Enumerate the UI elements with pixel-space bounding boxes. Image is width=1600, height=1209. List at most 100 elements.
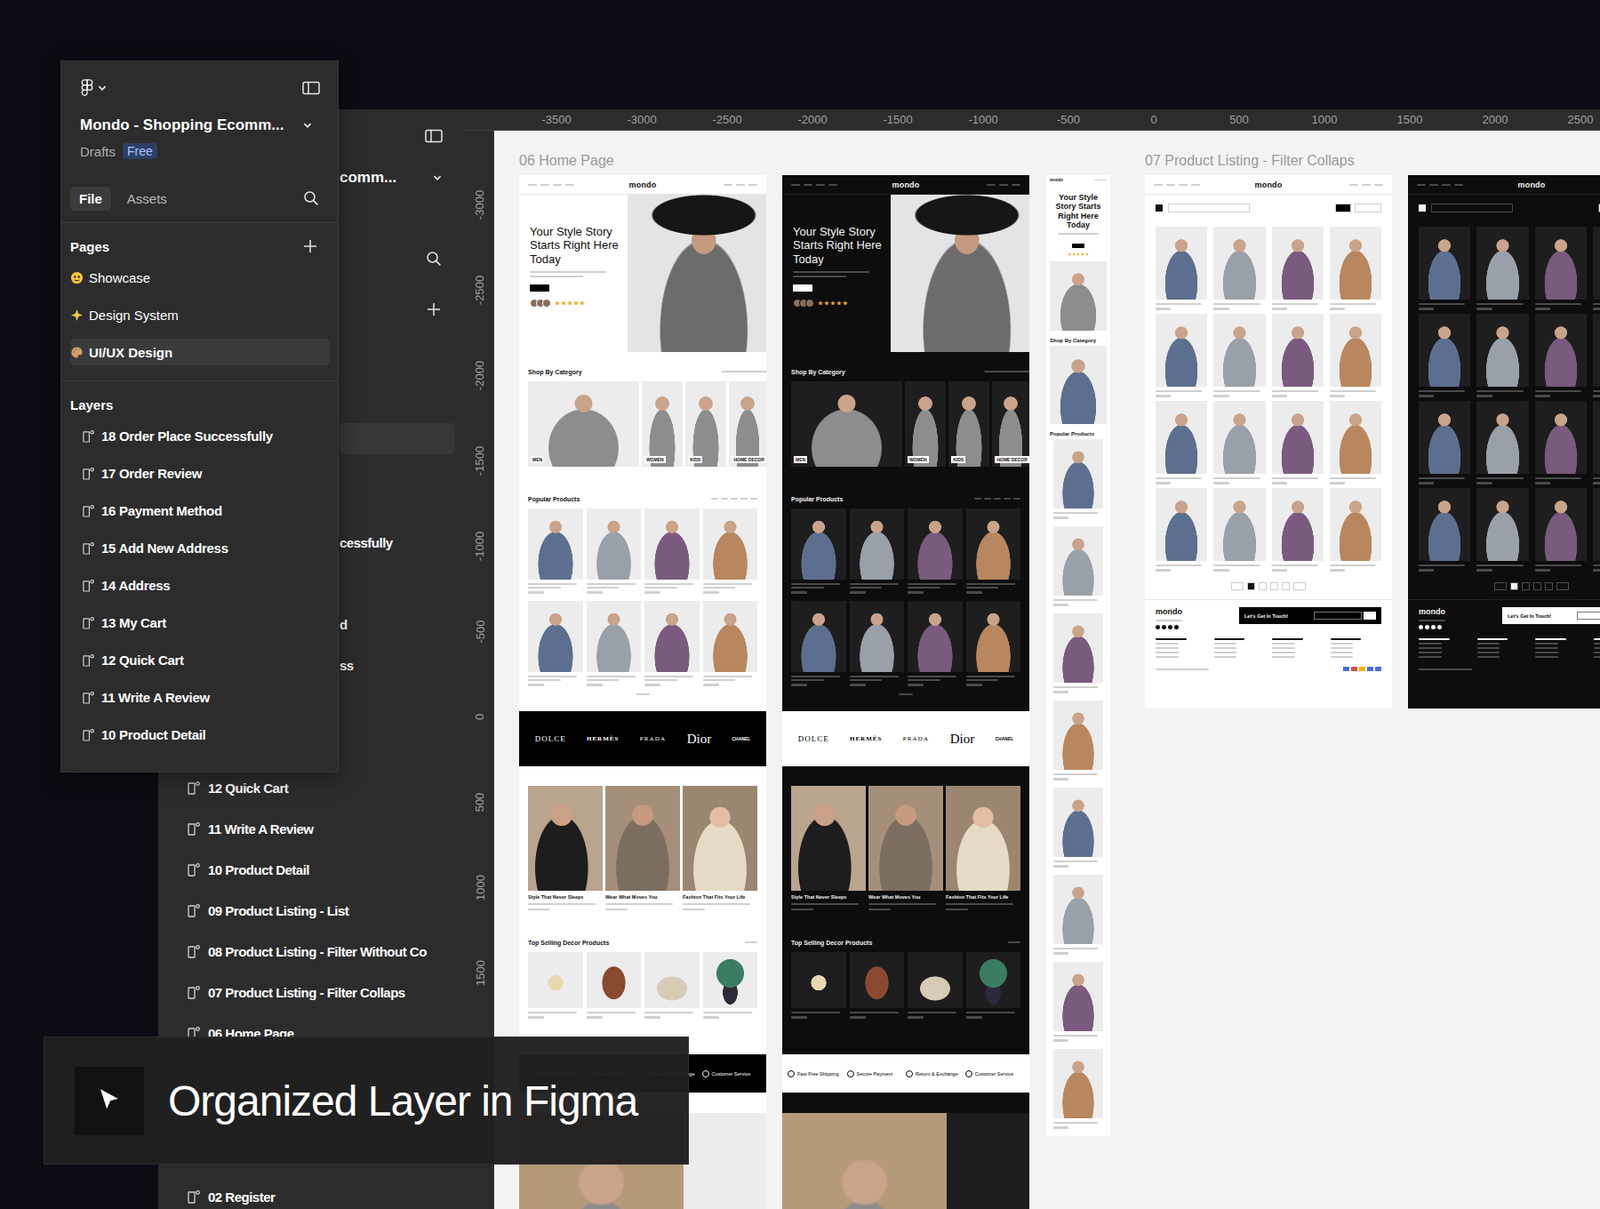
- filter-bar: [1144, 194, 1392, 222]
- product-photo: [1418, 488, 1471, 561]
- chevron-down-icon[interactable]: [302, 120, 313, 131]
- page-button: [1247, 582, 1256, 591]
- mobile-home-frame[interactable]: mondoYour Style Story Starts Right Here …: [1046, 175, 1111, 1136]
- category-section: Shop By CategoryMENWOMENKIDSHOME DECOR: [782, 352, 1030, 467]
- filter-tab: [711, 497, 719, 500]
- star-icon: [817, 300, 824, 306]
- brand-logo: Dior: [687, 731, 712, 747]
- page-item[interactable]: Showcase: [70, 258, 330, 296]
- frame-icon: [82, 653, 95, 667]
- product-photo: [1476, 313, 1528, 387]
- layer-row[interactable]: cessfully: [339, 521, 443, 563]
- sidebar-toggle-icon[interactable]: [424, 128, 443, 144]
- ruler-tick: -1000: [473, 530, 488, 560]
- tab[interactable]: File: [70, 186, 112, 211]
- page-button: [1258, 582, 1267, 591]
- social-icon: [1431, 624, 1436, 630]
- file-location[interactable]: Drafts: [80, 144, 116, 160]
- page-item[interactable]: Design System: [70, 296, 330, 334]
- decor-photo: [907, 952, 963, 1008]
- layer-row[interactable]: 11 Write A Review: [61, 678, 338, 716]
- plus-icon[interactable]: [424, 301, 443, 318]
- layer-row[interactable]: d: [339, 603, 443, 645]
- ruler-tick: -2000: [769, 112, 856, 127]
- page-button: [1556, 582, 1569, 591]
- feature-item: Customer Service: [965, 1070, 1025, 1078]
- file-name[interactable]: Mondo - Shopping Ecomm...: [80, 116, 284, 135]
- layer-row[interactable]: 14 Address: [61, 566, 338, 604]
- product-photo: [1535, 400, 1587, 474]
- page-item[interactable]: UI/UX Design: [70, 338, 330, 366]
- product-card: [1476, 488, 1528, 572]
- product-photo: [791, 508, 847, 580]
- palette-icon: [70, 345, 84, 360]
- decor-card: [703, 952, 759, 1019]
- ruler-tick: 0: [472, 712, 487, 720]
- decor-photo: [966, 952, 1022, 1008]
- layer-row[interactable]: 12 Quick Cart: [61, 640, 338, 679]
- feature-item: Fast Free Shipping: [787, 1070, 848, 1078]
- layer-row[interactable]: 11 Write A Review: [158, 808, 467, 849]
- category-card: KIDS: [685, 381, 727, 467]
- category-label: MEN: [530, 456, 544, 464]
- filter-tab: [993, 497, 1001, 500]
- product-photo: [1592, 313, 1600, 387]
- main-menu-button[interactable]: [80, 79, 108, 97]
- layer-row[interactable]: 10 Product Detail: [61, 715, 338, 753]
- selected-page-highlight[interactable]: [339, 423, 456, 455]
- layer-row[interactable]: 16 Payment Method: [61, 491, 338, 529]
- layer-row[interactable]: 07 Product Listing - Filter Collaps: [158, 971, 467, 1013]
- ruler-tick: 1000: [1281, 112, 1368, 127]
- layer-row[interactable]: 08 Product Listing - Filter Without Co: [158, 930, 467, 972]
- social-icon: [1168, 624, 1173, 630]
- chevron-down-icon[interactable]: [432, 172, 443, 184]
- section-title: Popular Products: [528, 496, 580, 503]
- decor-card: [849, 952, 905, 1019]
- product-photo: [1272, 313, 1324, 387]
- ruler-tick: -2500: [473, 274, 488, 304]
- nav-link: [986, 184, 996, 186]
- layer-row[interactable]: 15 Add New Address: [61, 528, 338, 567]
- hero-photo: [1049, 261, 1107, 331]
- layer-row[interactable]: 02 Register: [158, 1176, 467, 1209]
- layer-row[interactable]: 10 Product Detail: [158, 848, 467, 890]
- star-icon: [836, 300, 842, 306]
- brand-logo: CHANEL: [731, 736, 751, 742]
- mockup-nav: mondo: [1144, 175, 1392, 195]
- shop-now-button: [529, 284, 550, 292]
- layer-row[interactable]: 13 My Cart: [61, 603, 338, 641]
- home-page-frame[interactable]: mondoYour Style Story Starts Right Here …: [782, 175, 1030, 1209]
- ruler-tick: -2500: [684, 112, 770, 127]
- product-listing-frame[interactable]: mondomondoLet's Get In Touch!: [1408, 175, 1600, 709]
- layer-row[interactable]: 18 Order Place Successfully: [61, 416, 338, 455]
- product-photo: [1155, 488, 1208, 561]
- file-name[interactable]: comm...: [339, 168, 397, 187]
- search-icon[interactable]: [424, 250, 443, 267]
- plus-icon[interactable]: [301, 238, 320, 255]
- frame-label[interactable]: 06 Home Page: [519, 152, 615, 169]
- search-icon[interactable]: [302, 190, 320, 207]
- layer-row[interactable]: 12 Quick Cart: [158, 767, 467, 808]
- tab[interactable]: Assets: [118, 186, 176, 211]
- frame-icon: [187, 862, 200, 877]
- screen: comm...cessfullydss12 Quick Cart11 Write…: [0, 0, 1600, 1209]
- filter-tab: [750, 497, 758, 500]
- sidebar-toggle-icon[interactable]: [302, 80, 320, 96]
- mockup-nav: mondo: [1408, 175, 1600, 195]
- cursor-badge: [74, 1066, 144, 1136]
- nav-link: [1011, 184, 1021, 186]
- hero-photo: [627, 194, 767, 352]
- product-listing-frame[interactable]: mondo mondoLet's Get In Touch!: [1144, 175, 1392, 709]
- product-card: [907, 600, 963, 687]
- brand-logo: PRADA: [640, 735, 667, 743]
- layer-row[interactable]: 17 Order Review: [61, 454, 338, 492]
- product-card: [1155, 313, 1208, 398]
- frame-icon: [187, 903, 200, 918]
- file-menu[interactable]: Mondo - Shopping Ecomm...: [61, 114, 338, 136]
- footer: mondoLet's Get In Touch!: [1144, 599, 1392, 672]
- layer-row[interactable]: ss: [339, 644, 443, 686]
- product-card: [1046, 874, 1111, 962]
- layer-row[interactable]: 09 Product Listing - List: [158, 889, 467, 931]
- story-title: Wear What Moves You: [868, 894, 944, 900]
- frame-label[interactable]: 07 Product Listing - Filter Collaps: [1144, 152, 1355, 169]
